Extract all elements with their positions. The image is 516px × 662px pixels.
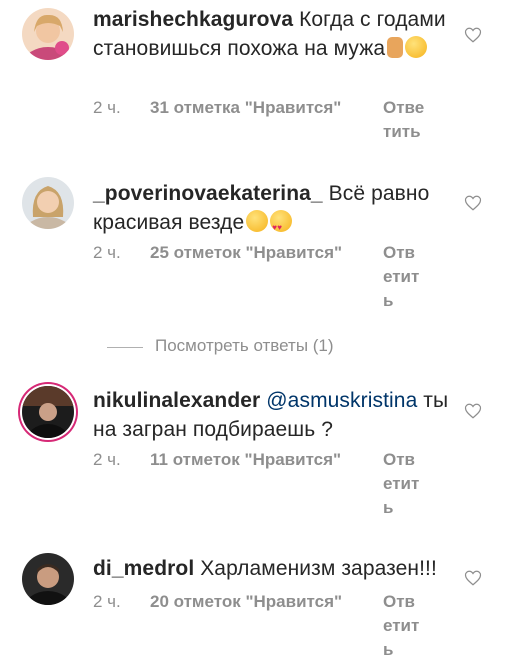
likes-count[interactable]: 25 отметок "Нравится" — [150, 241, 342, 265]
comment-text: marishechkagurova Когда с годами станови… — [93, 5, 463, 63]
view-replies-row[interactable]: Посмотреть ответы (1) — [0, 333, 516, 363]
grinning-face-icon — [246, 210, 269, 232]
thumbs-up-icon — [387, 37, 404, 58]
like-heart-icon[interactable] — [464, 402, 482, 420]
reply-button[interactable]: Отв етит ь — [383, 448, 429, 520]
comment-text: nikulinalexander @asmuskristina ты на за… — [93, 386, 463, 444]
avatar[interactable] — [22, 553, 74, 605]
username[interactable]: marishechkagurova — [93, 8, 293, 31]
reply-label-line: Отв — [383, 243, 415, 262]
username[interactable]: di_medrol — [93, 557, 194, 580]
comment-text: di_medrol Харламенизм заразен!!! — [93, 554, 463, 583]
username[interactable]: _poverinovaekaterina_ — [93, 182, 323, 205]
reply-label-line: ь — [383, 291, 394, 310]
comment-item: _poverinovaekaterina_ Всё равно красивая… — [0, 165, 516, 325]
reply-label-line: тить — [383, 122, 421, 141]
heart-eyes-face-icon — [270, 210, 293, 242]
like-heart-icon[interactable] — [464, 194, 482, 212]
likes-count[interactable]: 31 отметка "Нравится" — [150, 96, 341, 120]
divider — [107, 347, 143, 348]
timestamp: 2 ч. — [93, 592, 121, 611]
grinning-face-icon — [405, 36, 428, 58]
reply-button[interactable]: Отв етит ь — [383, 590, 429, 662]
likes-count[interactable]: 11 отметок "Нравится" — [150, 448, 341, 472]
timestamp: 2 ч. — [93, 243, 121, 262]
comment-item: nikulinalexander @asmuskristina ты на за… — [0, 378, 516, 528]
comment-text: _poverinovaekaterina_ Всё равно красивая… — [93, 179, 463, 242]
reply-label-line: етит — [383, 474, 420, 493]
avatar[interactable] — [22, 177, 74, 229]
view-replies-button[interactable]: Посмотреть ответы (1) — [155, 336, 334, 356]
comment-body: Харламенизм заразен!!! — [200, 557, 437, 580]
reply-label-line: етит — [383, 267, 420, 286]
comment-item: marishechkagurova Когда с годами станови… — [0, 0, 516, 160]
timestamp: 2 ч. — [93, 98, 121, 117]
reply-label-line: Отв — [383, 592, 415, 611]
like-heart-icon[interactable] — [464, 569, 482, 587]
reply-button[interactable]: Отв етит ь — [383, 241, 429, 313]
reply-label-line: ь — [383, 498, 394, 517]
username[interactable]: nikulinalexander — [93, 389, 260, 412]
comment-item: di_medrol Харламенизм заразен!!! 2 ч. 20… — [0, 545, 516, 659]
reply-label-line: етит — [383, 616, 420, 635]
reply-label-line: Отве — [383, 98, 425, 117]
reply-label-line: Отв — [383, 450, 415, 469]
avatar[interactable] — [22, 386, 74, 438]
likes-count[interactable]: 20 отметок "Нравится" — [150, 590, 342, 614]
avatar[interactable] — [22, 8, 74, 60]
like-heart-icon[interactable] — [464, 26, 482, 44]
mention-link[interactable]: @asmuskristina — [266, 389, 417, 412]
timestamp: 2 ч. — [93, 450, 121, 469]
reply-button[interactable]: Отве тить — [383, 96, 429, 144]
